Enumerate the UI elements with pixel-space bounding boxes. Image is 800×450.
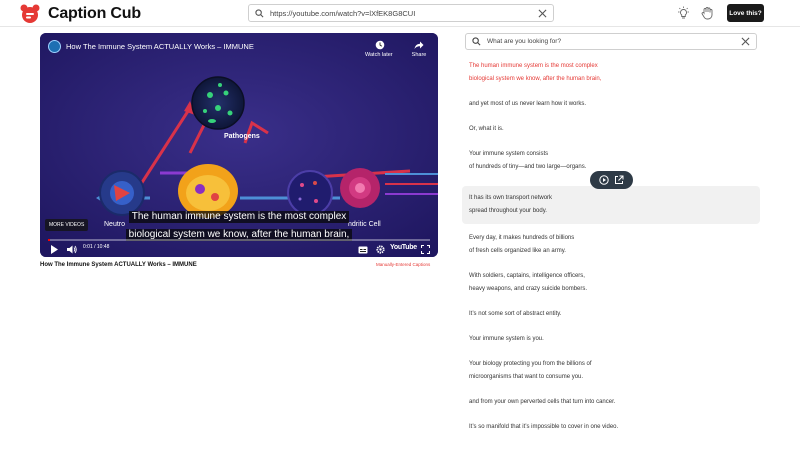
caption-item[interactable]: Your biology protecting you from the bil… xyxy=(462,358,760,396)
scene-label-pathogens: Pathogens xyxy=(224,133,260,140)
caption-item[interactable]: It’s so manifold that it’s impossible to… xyxy=(462,421,760,438)
caption-line: It has its own transport network xyxy=(469,195,553,201)
logo[interactable]: Caption Cub xyxy=(20,4,141,23)
captions-icon[interactable] xyxy=(358,246,368,254)
more-videos-button[interactable]: MORE VIDEOS xyxy=(45,219,89,231)
progress-bar[interactable] xyxy=(48,239,430,241)
volume-icon[interactable] xyxy=(67,245,77,254)
channel-avatar[interactable] xyxy=(48,40,61,53)
caption-item[interactable]: It has its own transport network spread … xyxy=(462,186,760,224)
play-icon[interactable] xyxy=(50,245,59,254)
close-icon[interactable] xyxy=(538,9,547,18)
love-this-button[interactable]: Love this? xyxy=(727,4,764,22)
video-overlay-title[interactable]: How The Immune System ACTUALLY Works – I… xyxy=(66,42,254,51)
share-label: Share xyxy=(411,52,427,58)
caption-search-input[interactable] xyxy=(481,38,741,45)
video-player[interactable]: How The Immune System ACTUALLY Works – I… xyxy=(40,33,438,257)
youtube-logo[interactable]: YouTube xyxy=(390,244,417,251)
share-arrow-icon xyxy=(414,41,424,49)
caption-line: With soldiers, captains, intelligence of… xyxy=(469,273,585,279)
caption-line: biological system we know, after the hum… xyxy=(469,76,602,82)
caption-line: spread throughout your body. xyxy=(469,208,547,214)
caption-line: Every day, it makes hundreds of billions xyxy=(469,235,575,241)
caption-line: It’s so manifold that it’s impossible to… xyxy=(469,424,619,430)
caption-line: heavy weapons, and crazy suicide bombers… xyxy=(469,286,588,292)
top-bar: Caption Cub Love this? xyxy=(0,0,800,27)
caption-actions-pill xyxy=(590,171,633,189)
progress-fill xyxy=(48,239,50,241)
subtitle-line-1: The human immune system is the most comp… xyxy=(128,211,350,223)
caption-line: Your immune system is you. xyxy=(469,336,544,342)
caption-list: The human immune system is the most comp… xyxy=(462,58,760,438)
search-icon xyxy=(472,37,481,46)
caption-item[interactable]: and yet most of us never learn how it wo… xyxy=(462,98,760,123)
caption-item[interactable]: Or, what it is. xyxy=(462,123,760,148)
cub-logo-icon xyxy=(20,4,40,23)
caption-item[interactable]: and from your own perverted cells that t… xyxy=(462,396,760,421)
share-button[interactable]: Share xyxy=(410,40,428,58)
caption-line: Or, what it is. xyxy=(469,126,504,132)
hand-icon[interactable] xyxy=(701,6,714,20)
url-input[interactable] xyxy=(264,8,538,18)
fullscreen-icon[interactable] xyxy=(421,245,430,254)
caption-item[interactable]: It’s not some sort of abstract entity. xyxy=(462,308,760,333)
search-icon xyxy=(255,8,264,17)
video-subtitle: The human immune system is the most comp… xyxy=(40,206,438,242)
time-display: 0:01 / 10:48 xyxy=(83,244,110,250)
lightbulb-icon[interactable] xyxy=(677,6,690,20)
watch-later-label: Watch later xyxy=(365,52,393,58)
open-external-icon[interactable] xyxy=(614,175,624,185)
app-name: Caption Cub xyxy=(48,4,141,22)
video-title: How The Immune System ACTUALLY Works – I… xyxy=(40,262,197,268)
gear-icon[interactable] xyxy=(376,245,385,254)
caption-item[interactable]: Your immune system is you. xyxy=(462,333,760,358)
caption-line: microorganisms that want to consume you. xyxy=(469,374,584,380)
close-icon[interactable] xyxy=(741,37,750,46)
url-bar[interactable] xyxy=(248,4,554,22)
caption-line: It’s not some sort of abstract entity. xyxy=(469,311,562,317)
caption-search[interactable] xyxy=(465,33,757,50)
caption-line: and yet most of us never learn how it wo… xyxy=(469,101,587,107)
caption-item[interactable]: With soldiers, captains, intelligence of… xyxy=(462,270,760,308)
caption-line: and from your own perverted cells that t… xyxy=(469,399,616,405)
play-circle-icon[interactable] xyxy=(599,175,609,185)
caption-item[interactable]: Every day, it makes hundreds of billions… xyxy=(462,224,760,270)
clock-icon xyxy=(375,40,385,50)
caption-line: The human immune system is the most comp… xyxy=(469,63,598,69)
watch-later-button[interactable]: Watch later xyxy=(365,40,393,58)
caption-type-badge: Manually-Entered Captions xyxy=(376,262,431,267)
caption-line: of fresh cells organized like an army. xyxy=(469,248,566,254)
caption-line: Your immune system consists xyxy=(469,151,549,157)
caption-item[interactable]: The human immune system is the most comp… xyxy=(462,58,760,98)
caption-line: Your biology protecting you from the bil… xyxy=(469,361,592,367)
